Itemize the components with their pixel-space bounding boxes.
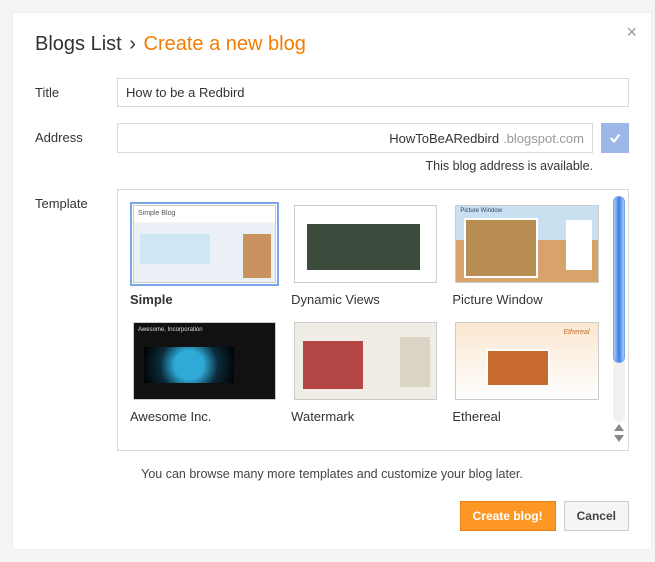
template-name: Ethereal (452, 409, 601, 424)
template-hint: You can browse many more templates and c… (35, 467, 629, 481)
template-thumbnail[interactable] (291, 202, 440, 286)
template-name: Picture Window (452, 292, 601, 307)
thumbnail-mini-title: Awesome, Incorporation (138, 327, 203, 333)
thumbnail-preview: Simple Blog (133, 205, 276, 283)
scrollbar-thumb[interactable] (613, 196, 625, 363)
template-label: Template (35, 189, 117, 211)
check-icon (608, 131, 622, 145)
thumbnail-preview (294, 322, 437, 400)
scrollbar-track[interactable] (613, 196, 625, 422)
address-input[interactable] (126, 131, 499, 146)
title-input[interactable] (117, 78, 629, 107)
thumbnail-mini-title: Simple Blog (138, 210, 175, 217)
template-thumbnail[interactable]: Picture Window (452, 202, 601, 286)
scrollbar[interactable] (613, 196, 625, 444)
template-name: Simple (130, 292, 279, 307)
template-name: Awesome Inc. (130, 409, 279, 424)
template-option-ethereal[interactable]: Ethereal Ethereal (448, 315, 609, 432)
template-option-picture-window[interactable]: Picture Window Picture Window (448, 198, 609, 315)
thumbnail-preview (294, 205, 437, 283)
dialog-footer: Create blog! Cancel (35, 501, 629, 531)
breadcrumb: Blogs List › Create a new blog (35, 33, 629, 56)
thumbnail-preview: Awesome, Incorporation (133, 322, 276, 400)
availability-message: This blog address is available. (117, 159, 629, 173)
breadcrumb-current: Create a new blog (144, 33, 306, 55)
template-option-watermark[interactable]: Watermark (287, 315, 448, 432)
title-label: Title (35, 78, 117, 100)
thumbnail-mini-title: Ethereal (563, 329, 589, 336)
template-grid-panel: Simple Blog Simple Dynamic Views Picture Wi… (117, 189, 629, 451)
cancel-button[interactable]: Cancel (564, 501, 629, 531)
address-suffix: .blogspot.com (503, 131, 584, 146)
address-label: Address (35, 123, 117, 145)
template-option-simple[interactable]: Simple Blog Simple (126, 198, 287, 315)
template-option-awesome-inc-[interactable]: Awesome, Incorporation Awesome Inc. (126, 315, 287, 432)
address-box: .blogspot.com (117, 123, 593, 153)
template-thumbnail[interactable]: Simple Blog (130, 202, 279, 286)
close-icon[interactable]: × (626, 23, 637, 41)
address-row: Address .blogspot.com This blog address … (35, 123, 629, 173)
template-option-dynamic-views[interactable]: Dynamic Views (287, 198, 448, 315)
template-name: Watermark (291, 409, 440, 424)
scroll-up-icon[interactable] (614, 424, 624, 431)
create-blog-button[interactable]: Create blog! (460, 501, 556, 531)
scroll-down-icon[interactable] (614, 435, 624, 442)
chevron-icon: › (129, 33, 136, 55)
template-thumbnail[interactable]: Awesome, Incorporation (130, 319, 279, 403)
create-blog-dialog: × Blogs List › Create a new blog Title A… (12, 12, 652, 550)
template-row: Template Simple Blog Simple Dynamic Views P… (35, 189, 629, 451)
thumbnail-preview: Picture Window (455, 205, 598, 283)
template-name: Dynamic Views (291, 292, 440, 307)
title-row: Title (35, 78, 629, 107)
thumbnail-mini-title: Picture Window (460, 208, 502, 214)
template-thumbnail[interactable]: Ethereal (452, 319, 601, 403)
template-thumbnail[interactable] (291, 319, 440, 403)
check-availability-button[interactable] (601, 123, 629, 153)
thumbnail-preview: Ethereal (455, 322, 598, 400)
breadcrumb-root[interactable]: Blogs List (35, 33, 122, 55)
